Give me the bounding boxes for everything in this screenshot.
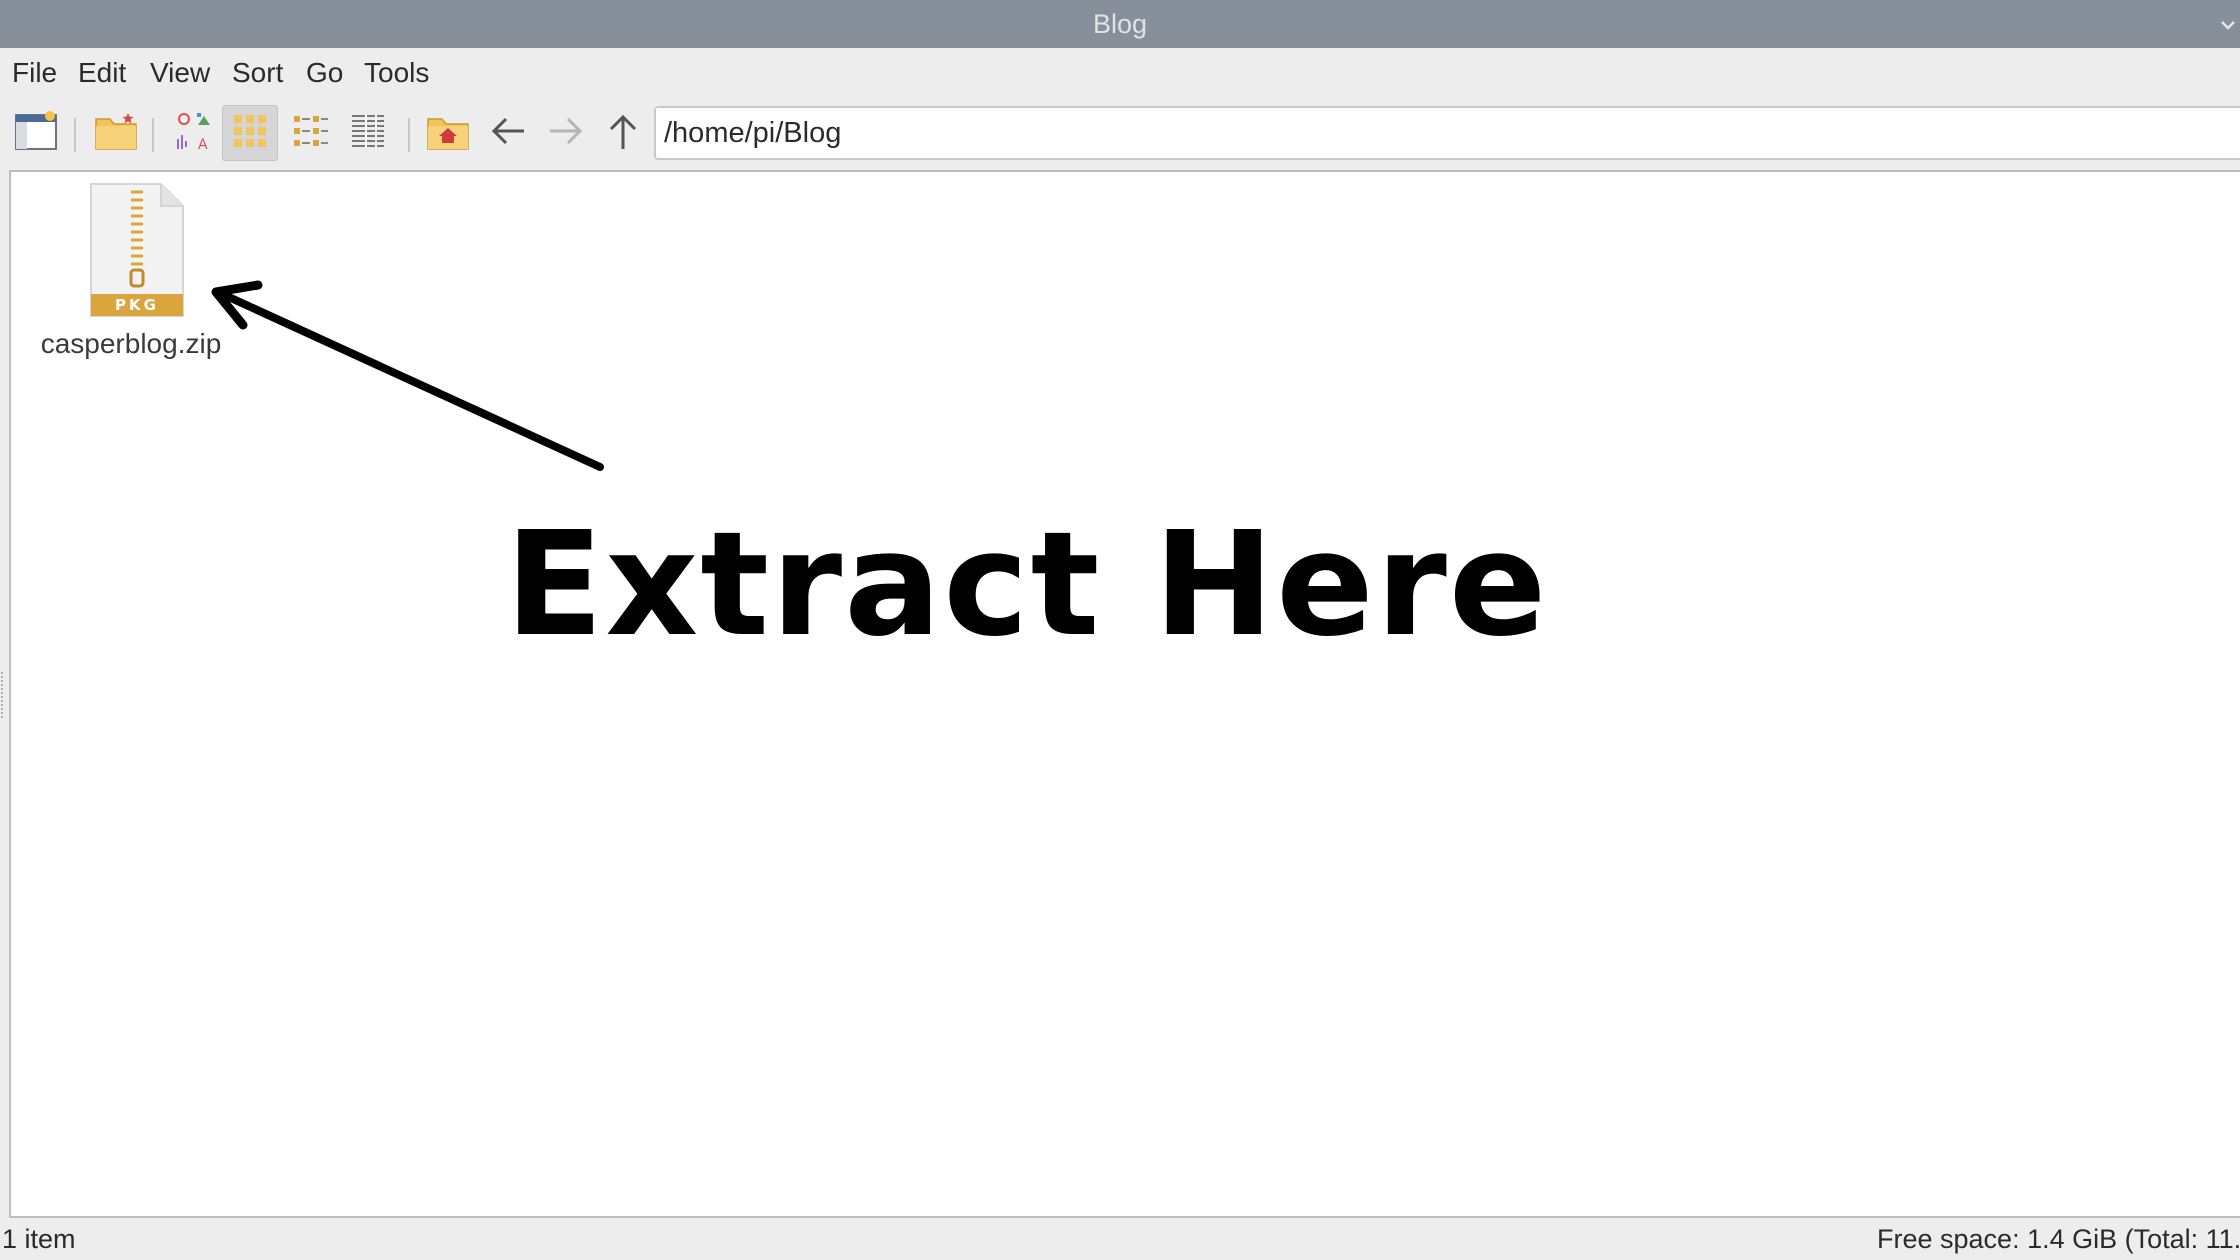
- file-item-casperblog-zip[interactable]: PKG casperblog.zip: [39, 182, 223, 372]
- menu-sort[interactable]: Sort: [232, 48, 283, 100]
- pkg-badge-label: PKG: [115, 296, 159, 314]
- back-arrow-icon: [488, 111, 528, 156]
- menu-edit[interactable]: Edit: [78, 48, 126, 100]
- compact-view-button[interactable]: [282, 105, 338, 161]
- up-button[interactable]: [595, 105, 651, 161]
- detailed-list-view-button[interactable]: [340, 105, 396, 161]
- toolbar: A: [0, 100, 2240, 168]
- path-input[interactable]: [660, 108, 2168, 158]
- toolbar-separator: [152, 118, 154, 152]
- icon-view-button[interactable]: [222, 105, 278, 161]
- up-arrow-icon: [603, 111, 643, 156]
- item-count: 1 item: [2, 1224, 76, 1254]
- status-bar: 1 item Free space: 1.4 GiB (Total: 11.9: [0, 1218, 2240, 1260]
- forward-arrow-icon: [546, 111, 586, 156]
- icon-view-icon: [230, 111, 270, 156]
- menu-bar: File Edit View Sort Go Tools: [0, 48, 2240, 100]
- path-bar[interactable]: [654, 106, 2240, 160]
- toolbar-separator: [408, 118, 410, 152]
- home-button[interactable]: [420, 105, 476, 161]
- toolbar-separator: [74, 118, 76, 152]
- menu-go[interactable]: Go: [306, 48, 343, 100]
- home-folder-icon: [426, 111, 470, 156]
- menu-tools[interactable]: Tools: [364, 48, 429, 100]
- free-space: Free space: 1.4 GiB (Total: 11.9: [1877, 1224, 2240, 1254]
- new-window-icon: [14, 110, 58, 156]
- file-name: casperblog.zip: [40, 328, 222, 359]
- zip-package-icon: PKG: [89, 182, 185, 318]
- new-window-button[interactable]: [8, 105, 64, 161]
- menu-view[interactable]: View: [150, 48, 210, 100]
- annotation-text: Extract Here: [505, 500, 1549, 668]
- detailed-list-view-icon: [348, 111, 388, 156]
- new-folder-button[interactable]: [88, 105, 144, 161]
- file-view[interactable]: PKG casperblog.zip: [9, 170, 2240, 1218]
- window-title: Blog: [1092, 9, 1148, 39]
- title-bar[interactable]: Blog: [0, 0, 2240, 48]
- file-manager-window: Blog File Edit View Sort Go Tools A /hom…: [0, 0, 2240, 1260]
- back-button[interactable]: [480, 105, 536, 161]
- side-pane-resize-handle[interactable]: [1, 672, 7, 718]
- window-menu-chevron-icon[interactable]: [2216, 10, 2240, 38]
- thumbnail-view-button[interactable]: A: [166, 105, 222, 161]
- svg-text:A: A: [198, 137, 208, 153]
- menu-file[interactable]: File: [12, 48, 57, 100]
- thumbnail-view-icon: A: [172, 109, 216, 158]
- forward-button[interactable]: [538, 105, 594, 161]
- compact-view-icon: [290, 111, 330, 156]
- new-folder-icon: [94, 111, 138, 156]
